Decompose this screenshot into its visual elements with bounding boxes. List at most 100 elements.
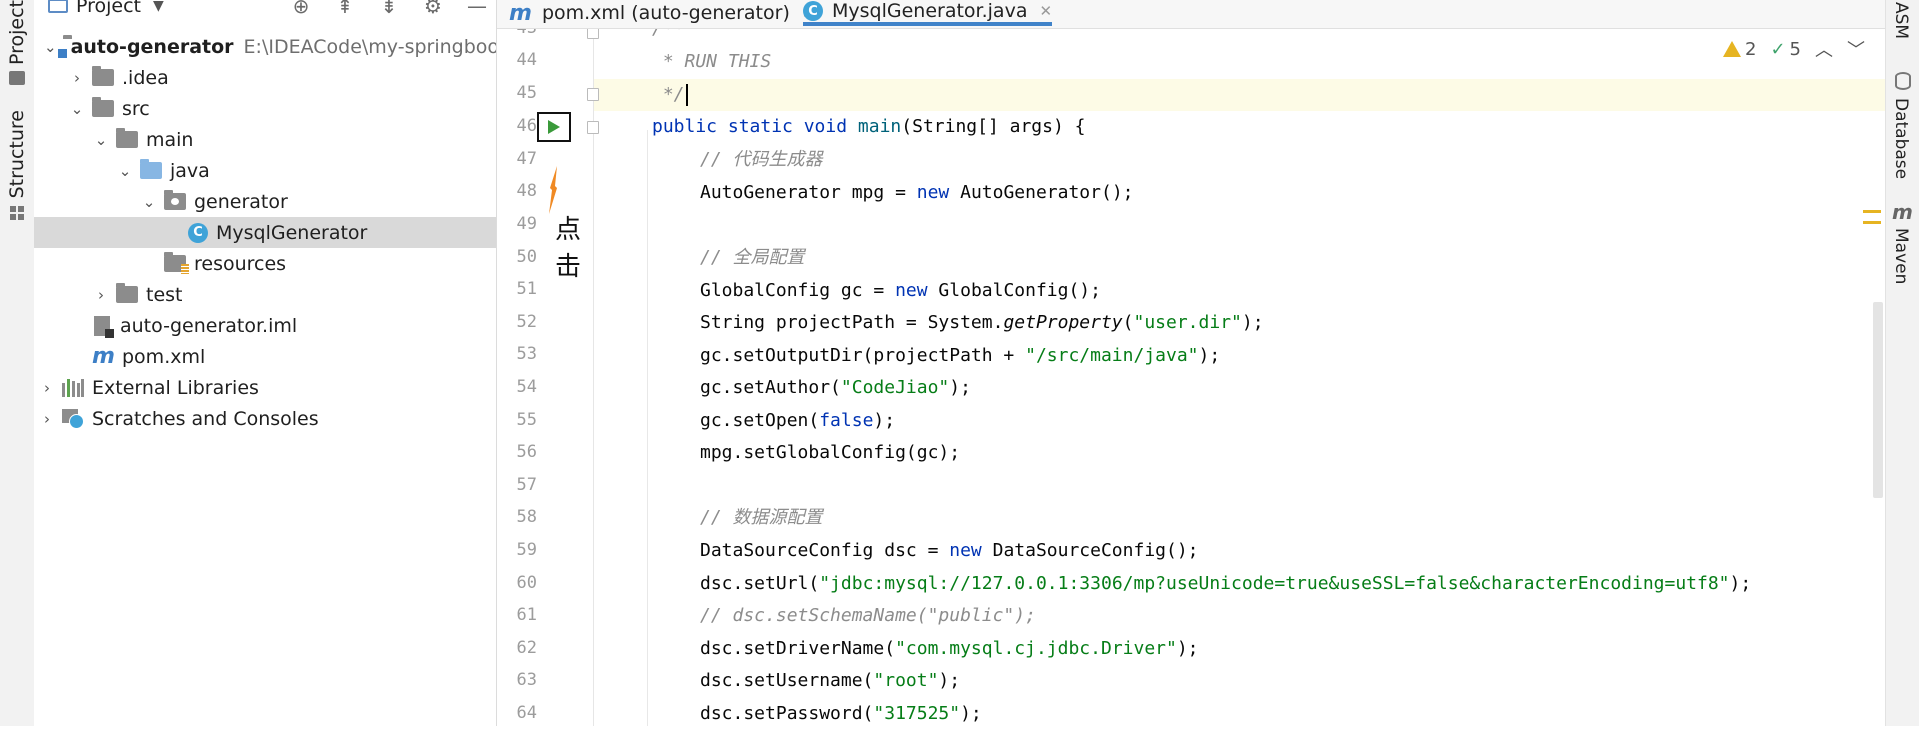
code-token: "root" [873,670,939,691]
tree-item-label: resources [194,252,287,275]
code-token: new [916,182,950,203]
line-number: 60 [516,573,537,593]
project-panel-title[interactable]: Project [76,0,141,17]
inspection-widget[interactable]: 2 ✓ 5 ︿ ﹀ [1723,36,1865,62]
database-tool-tab[interactable]: Database [1891,98,1911,179]
code-line: * RUN THIS [652,51,772,72]
chevron-up-icon[interactable]: ︿ [1815,36,1833,62]
tree-item-test[interactable]: › test [34,279,496,310]
code-line: dsc.setUrl("jdbc:mysql://127.0.0.1:3306/… [700,569,1751,599]
weak-warnings-count: 5 [1789,38,1801,60]
tab-mysqlgenerator-java[interactable]: C MysqlGenerator.java ✕ [803,0,1053,26]
tree-item-resources[interactable]: resources [34,248,496,279]
chevron-down-icon[interactable]: ⌄ [92,131,110,149]
fold-marker-icon[interactable] [587,88,599,101]
code-token: public static void [652,116,858,137]
tree-item-auto-generator[interactable]: ⌄ auto-generator E:\IDEACode\my-springbo… [34,31,496,62]
play-icon [548,120,560,134]
project-folder-icon [9,71,25,86]
close-icon[interactable]: ✕ [1039,2,1052,20]
tree-item-label: auto-generator [70,35,234,58]
folder-icon [92,97,114,117]
gear-icon[interactable]: ⚙ [420,0,446,19]
tree-item-java[interactable]: ⌄ java [34,155,496,186]
line-number: 47 [516,149,537,169]
tab-pom-xml[interactable]: m pom.xml (auto-generator) ✕ [509,0,814,26]
line-number: 52 [516,312,537,332]
structure-tool-tab[interactable]: Structure [4,110,30,221]
minimize-icon[interactable]: — [464,0,490,19]
resources-folder-icon [164,252,189,274]
tree-item-mysqlgenerator[interactable]: C MysqlGenerator [34,217,496,248]
folder-icon [116,128,138,148]
code-token: gc.setOpen( [700,410,820,431]
code-token: ); [960,703,982,724]
code-token: "jdbc:mysql://127.0.0.1:3306/mp?useUnico… [819,573,1730,594]
code-token: getProperty [1003,312,1123,333]
code-token: gc.setOutputDir(projectPath + [700,345,1026,366]
code-token: ( [1122,312,1134,333]
code-token: GlobalConfig(); [927,280,1101,301]
chevron-down-icon[interactable]: ⌄ [140,193,158,211]
tab-label: MysqlGenerator.java [832,0,1028,22]
code-line: public static void main(String[] args) { [652,112,1086,142]
chevron-right-icon[interactable]: › [92,286,110,304]
fold-marker-icon[interactable] [587,121,599,134]
module-path: E:\IDEACode\my-springboot\ [243,35,497,58]
folder-icon [92,66,114,86]
maven-m-icon: m [1892,200,1913,224]
weak-warnings-counter[interactable]: ✓ 5 [1770,39,1801,60]
warnings-counter[interactable]: 2 [1723,39,1756,60]
project-panel-header: Project ▼ ⊕ ⇞ ⇟ ⚙ — [34,0,496,22]
line-number: 56 [516,442,537,462]
maven-tool-tab[interactable]: Maven [1891,228,1911,284]
tree-item-iml[interactable]: auto-generator.iml [34,310,496,341]
code-line: mpg.setGlobalConfig(gc); [700,442,961,463]
tree-item-generator[interactable]: ⌄ generator [34,186,496,217]
tree-item-main[interactable]: ⌄ main [34,124,496,155]
code-line: dsc.setPassword("317525"); [700,699,982,729]
chevron-down-icon[interactable]: ▼ [153,0,164,14]
vertical-scrollbar[interactable] [1873,302,1883,498]
code-line: // dsc.setSchemaName("public"); [700,605,1036,626]
line-number: 48 [516,181,537,201]
code-line: String projectPath = System.getProperty(… [700,308,1264,338]
text-caret [685,84,688,106]
editor-gutter: 43 44 45 46 47 48 49 50 51 52 53 54 55 5… [497,0,599,726]
code-editor[interactable]: 43 44 45 46 47 48 49 50 51 52 53 54 55 5… [497,0,1885,726]
code-token: "CodeJiao" [840,377,950,398]
expand-all-icon[interactable]: ⇞ [332,0,358,19]
chevron-down-icon[interactable]: ⌄ [68,100,86,118]
code-token: AutoGenerator mpg = [700,182,917,203]
project-tool-tab[interactable]: Project [4,0,30,86]
code-line: AutoGenerator mpg = new AutoGenerator(); [700,178,1134,208]
code-token: ); [1198,345,1221,366]
chevron-down-icon[interactable]: ﹀ [1847,36,1865,62]
locate-target-icon[interactable]: ⊕ [288,0,314,19]
class-icon: C [803,1,823,21]
tree-item-idea[interactable]: › .idea [34,62,496,93]
code-line: dsc.setDriverName("com.mysql.cj.jdbc.Dri… [700,634,1199,664]
tree-item-external-libraries[interactable]: › External Libraries [34,372,496,403]
line-number: 44 [516,50,537,70]
maven-m-icon: m [92,344,115,369]
database-icon [1895,72,1911,90]
code-line: */ [652,80,688,110]
warning-stripe-marker[interactable] [1863,210,1881,224]
chevron-down-icon[interactable]: ⌄ [44,38,57,56]
tree-item-scratches[interactable]: › Scratches and Consoles [34,403,496,434]
tree-item-pom[interactable]: m pom.xml [34,341,496,372]
collapse-all-icon[interactable]: ⇟ [376,0,402,19]
chevron-right-icon[interactable]: › [68,69,86,87]
chevron-down-icon[interactable]: ⌄ [116,162,134,180]
tree-item-src[interactable]: ⌄ src [34,93,496,124]
code-token: ); [949,377,971,398]
warning-icon [1723,41,1741,57]
run-main-button[interactable] [537,112,571,142]
line-number: 55 [516,410,537,430]
chevron-right-icon[interactable]: › [38,410,56,428]
code-token: ); [1729,573,1752,594]
asm-tool-tab[interactable]: ASM [1891,2,1911,39]
chevron-right-icon[interactable]: › [38,379,56,397]
class-icon: C [188,222,208,243]
